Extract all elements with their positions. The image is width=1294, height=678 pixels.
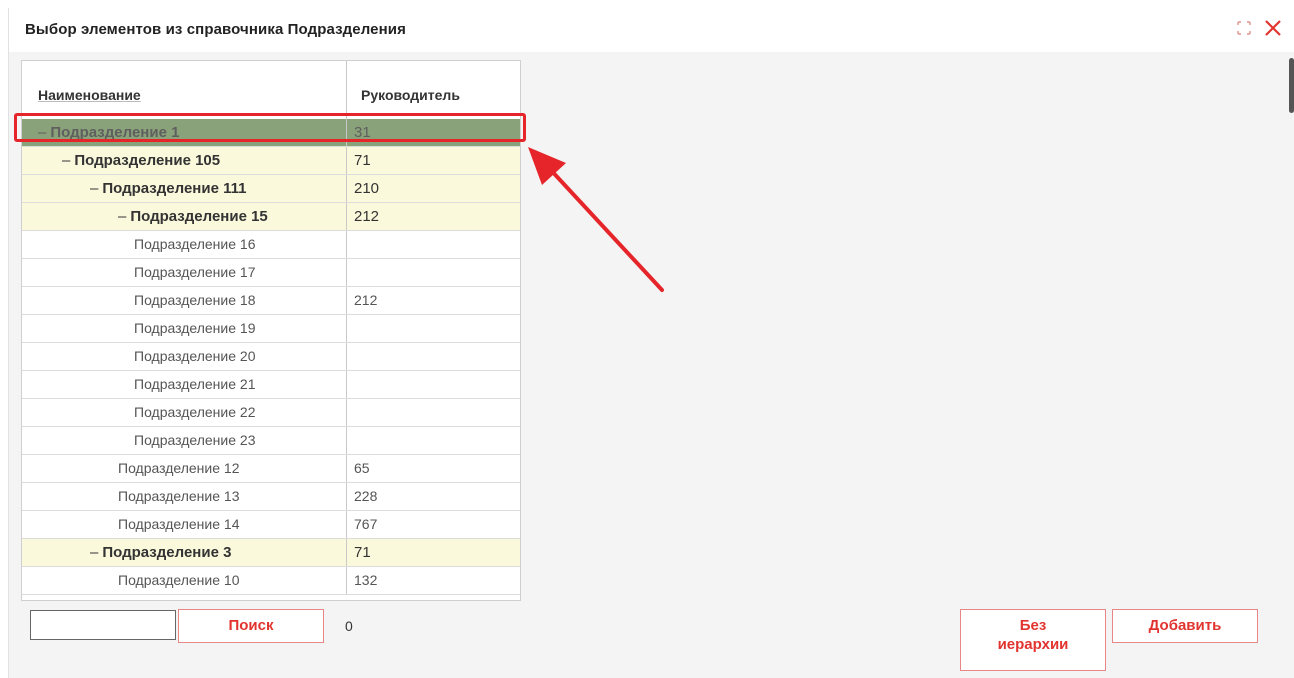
row-name-cell: Подразделение 10 (22, 567, 347, 594)
table-row[interactable]: – Подразделение 3 71 (22, 539, 520, 567)
row-lead-cell: 210 (347, 175, 520, 202)
row-lead-cell (347, 427, 520, 454)
row-lead: 71 (354, 544, 371, 561)
row-name: Подразделение 21 (134, 376, 256, 392)
row-name-cell: Подразделение 21 (22, 371, 347, 398)
column-header-name[interactable]: Наименование (22, 61, 347, 119)
table-row[interactable]: Подразделение 13 228 (22, 483, 520, 511)
row-lead: 132 (354, 572, 378, 588)
collapse-toggle-icon[interactable]: – (90, 544, 98, 561)
row-lead-cell (347, 399, 520, 426)
row-name: Подразделение 18 (134, 292, 256, 308)
selection-dialog: Выбор элементов из справочника Подраздел… (8, 8, 1294, 678)
row-name: Подразделение 12 (118, 460, 240, 476)
row-name: Подразделение 16 (134, 236, 256, 252)
row-lead-cell (347, 343, 520, 370)
annotation-highlight-box (14, 113, 526, 142)
dialog-title: Выбор элементов из справочника Подраздел… (25, 21, 406, 38)
row-name-cell: Подразделение 18 (22, 287, 347, 314)
row-lead: 212 (354, 208, 380, 225)
row-lead-cell: 767 (347, 511, 520, 538)
no-hierarchy-label-line2: иерархии (997, 636, 1069, 653)
table-row[interactable]: Подразделение 16 (22, 231, 520, 259)
table-row[interactable]: Подразделение 17 (22, 259, 520, 287)
row-lead-cell (347, 315, 520, 342)
table-row[interactable]: Подразделение 20 (22, 343, 520, 371)
row-name-cell: Подразделение 14 (22, 511, 347, 538)
collapse-toggle-icon[interactable]: – (62, 152, 70, 169)
row-lead-cell: 71 (347, 539, 520, 566)
search-input[interactable] (30, 610, 176, 640)
table-row[interactable]: Подразделение 22 (22, 399, 520, 427)
row-name: Подразделение 111 (102, 180, 247, 197)
row-lead-cell: 212 (347, 287, 520, 314)
row-lead-cell: 132 (347, 567, 520, 594)
table-row[interactable]: Подразделение 23 (22, 427, 520, 455)
table-row[interactable]: Подразделение 12 65 (22, 455, 520, 483)
add-button[interactable]: Добавить (1112, 609, 1258, 643)
row-name: Подразделение 20 (134, 348, 256, 364)
search-button[interactable]: Поиск (178, 609, 324, 643)
collapse-toggle-icon[interactable]: – (118, 208, 126, 225)
row-name-cell: Подразделение 13 (22, 483, 347, 510)
row-lead: 228 (354, 488, 378, 504)
row-name: Подразделение 105 (74, 152, 221, 169)
row-name-cell: Подразделение 16 (22, 231, 347, 258)
row-name-cell: Подразделение 23 (22, 427, 347, 454)
scroll-thumb[interactable] (1289, 58, 1294, 113)
column-header-lead[interactable]: Руководитель (347, 61, 520, 119)
vertical-scrollbar[interactable] (1287, 58, 1294, 603)
result-count: 0 (345, 618, 353, 634)
table-row[interactable]: Подразделение 21 (22, 371, 520, 399)
table-row[interactable]: Подразделение 18 212 (22, 287, 520, 315)
table-row[interactable]: – Подразделение 105 71 (22, 147, 520, 175)
row-lead: 210 (354, 180, 380, 197)
row-name-cell: Подразделение 17 (22, 259, 347, 286)
dialog-titlebar: Выбор элементов из справочника Подраздел… (9, 8, 1294, 52)
table-row[interactable]: – Подразделение 111 210 (22, 175, 520, 203)
close-icon[interactable] (1263, 18, 1283, 38)
row-name: Подразделение 14 (118, 516, 240, 532)
row-name-cell: Подразделение 22 (22, 399, 347, 426)
dialog-footer: Поиск 0 Без иерархии Добавить (9, 598, 1294, 678)
row-lead: 212 (354, 292, 378, 308)
table-row[interactable]: Подразделение 14 767 (22, 511, 520, 539)
no-hierarchy-button[interactable]: Без иерархии (960, 609, 1106, 671)
no-hierarchy-label-line1: Без (1019, 617, 1047, 634)
row-name-cell: Подразделение 19 (22, 315, 347, 342)
row-lead-cell: 228 (347, 483, 520, 510)
row-name: Подразделение 19 (134, 320, 256, 336)
row-lead-cell: 65 (347, 455, 520, 482)
row-lead-cell (347, 259, 520, 286)
row-name: Подразделение 17 (134, 264, 256, 280)
row-name: Подразделение 10 (118, 572, 240, 588)
row-name: Подразделение 13 (118, 488, 240, 504)
row-name: Подразделение 23 (134, 432, 256, 448)
table-row[interactable]: Подразделение 19 (22, 315, 520, 343)
row-name-cell: – Подразделение 15 (22, 203, 347, 230)
row-lead-cell (347, 231, 520, 258)
row-name: Подразделение 22 (134, 404, 256, 420)
row-name-cell: Подразделение 20 (22, 343, 347, 370)
table-row[interactable]: Подразделение 10 132 (22, 567, 520, 595)
row-lead: 65 (354, 460, 370, 476)
row-name-cell: – Подразделение 3 (22, 539, 347, 566)
row-lead: 767 (354, 516, 378, 532)
row-name-cell: Подразделение 12 (22, 455, 347, 482)
annotation-arrow-icon (528, 147, 664, 292)
row-lead: 71 (354, 152, 371, 169)
collapse-toggle-icon[interactable]: – (90, 180, 98, 197)
maximize-icon[interactable] (1235, 19, 1253, 37)
row-name: Подразделение 3 (102, 544, 232, 561)
row-name-cell: – Подразделение 111 (22, 175, 347, 202)
table-row[interactable]: – Подразделение 15 212 (22, 203, 520, 231)
row-name-cell: – Подразделение 105 (22, 147, 347, 174)
row-lead-cell: 212 (347, 203, 520, 230)
grid-header: Наименование Руководитель (22, 61, 520, 120)
row-lead-cell (347, 371, 520, 398)
row-lead-cell: 71 (347, 147, 520, 174)
row-name: Подразделение 15 (130, 208, 268, 225)
